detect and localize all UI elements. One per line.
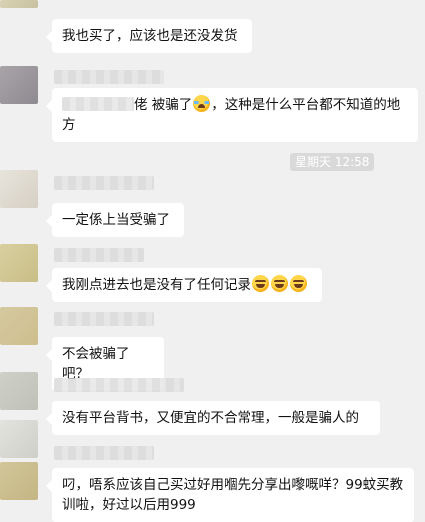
sob-icon — [193, 95, 211, 112]
message-text: 我刚点进去也是没有了任何记录 — [62, 277, 251, 293]
message-text: 不会被骗了吧？ — [62, 346, 130, 382]
message-bubble[interactable]: 我也买了，应该也是还没发货 — [46, 19, 252, 53]
sender-name-blurred — [54, 312, 154, 326]
sender-name-blurred — [54, 446, 154, 460]
message-text: 叼，唔系应该自己买过好用嗰先分享出嚟嘅咩？99蚊买教训啦，好过以后用999 — [62, 477, 404, 513]
message-text-part: 被骗了 — [147, 97, 193, 113]
message-text: 没有平台背书，又便宜的不合常理，一般是骗人的 — [62, 410, 359, 426]
sender-name-blurred — [54, 176, 154, 190]
avatar[interactable] — [0, 244, 38, 282]
sender-mention-blurred — [62, 97, 134, 111]
laugh-icon — [290, 275, 307, 292]
laugh-icon — [271, 275, 288, 292]
sender-name-blurred — [54, 248, 144, 262]
message-text: 我也买了，应该也是还没发货 — [62, 28, 238, 44]
avatar[interactable] — [0, 462, 38, 500]
message-text-part: 佬 — [134, 97, 148, 113]
sender-name-blurred — [54, 378, 184, 392]
laugh-icon — [252, 275, 269, 292]
avatar[interactable] — [0, 307, 38, 345]
avatar[interactable] — [0, 0, 38, 8]
message-text: 一定係上当受骗了 — [62, 212, 170, 228]
avatar[interactable] — [0, 66, 38, 104]
avatar[interactable] — [0, 170, 38, 208]
sender-name-blurred — [54, 70, 164, 84]
message-bubble[interactable]: 我刚点进去也是没有了任何记录 — [46, 268, 322, 302]
message-bubble[interactable]: 一定係上当受骗了 — [46, 203, 184, 237]
avatar[interactable] — [0, 420, 38, 458]
message-bubble[interactable]: 佬 被骗了 ，这种是什么平台都不知道的地方 — [46, 88, 418, 142]
avatar[interactable] — [0, 372, 38, 410]
message-bubble[interactable]: 没有平台背书，又便宜的不合常理，一般是骗人的 — [46, 401, 380, 435]
message-bubble[interactable]: 叼，唔系应该自己买过好用嗰先分享出嚟嘅咩？99蚊买教训啦，好过以后用999 — [46, 468, 414, 522]
timestamp: 星期天 12:58 — [290, 153, 375, 171]
